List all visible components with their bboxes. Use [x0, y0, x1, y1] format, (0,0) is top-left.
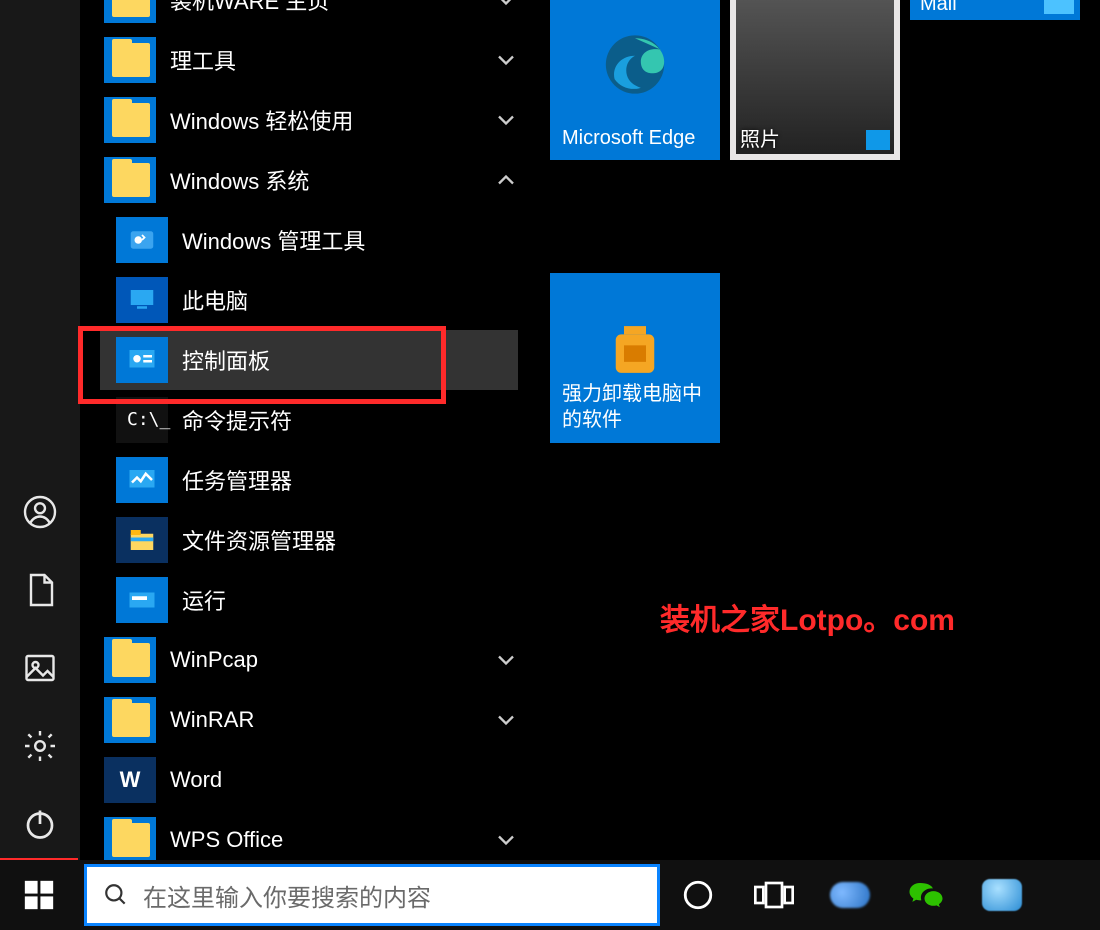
sub-explorer[interactable]: 文件资源管理器	[100, 510, 520, 570]
photos-thumb-icon	[866, 130, 890, 150]
sub-cmd[interactable]: C:\_ 命令提示符	[100, 390, 520, 450]
start-app-list: 装机WARE 主页 理工具 Windows 轻松使用 Windows 系统 Wi…	[100, 0, 520, 870]
menu-item-winrar[interactable]: WinRAR	[100, 690, 520, 750]
search-icon	[103, 882, 129, 908]
uninstall-icon	[602, 315, 668, 381]
menu-item-winpcap[interactable]: WinPcap	[100, 630, 520, 690]
menu-item-0[interactable]: 装机WARE 主页	[100, 0, 520, 30]
cmd-icon: C:\_	[116, 397, 168, 443]
taskbar-app-2[interactable]	[964, 860, 1040, 930]
mail-icon	[1044, 0, 1074, 14]
folder-icon	[104, 37, 156, 83]
menu-label: Windows 轻松使用	[170, 104, 516, 136]
sub-task-manager[interactable]: 任务管理器	[100, 450, 520, 510]
this-pc-icon	[116, 277, 168, 323]
task-manager-icon	[116, 457, 168, 503]
taskbar: 在这里输入你要搜索的内容	[0, 860, 1100, 930]
run-icon	[116, 577, 168, 623]
gear-icon[interactable]	[22, 728, 58, 764]
taskbar-search[interactable]: 在这里输入你要搜索的内容	[84, 864, 660, 926]
menu-item-2[interactable]: Windows 轻松使用	[100, 90, 520, 150]
tile-label: 照片	[740, 123, 780, 152]
menu-label: WPS Office	[170, 827, 516, 853]
picture-icon[interactable]	[22, 650, 58, 686]
menu-label: 文件资源管理器	[182, 524, 520, 556]
tile-label: Microsoft Edge	[562, 127, 708, 150]
tile-photos[interactable]: 照片	[730, 0, 900, 160]
sub-control-panel[interactable]: 控制面板	[100, 330, 518, 390]
start-left-rail	[0, 0, 80, 860]
menu-label: WinPcap	[170, 647, 516, 673]
sub-this-pc[interactable]: 此电脑	[100, 270, 520, 330]
menu-label: Word	[170, 767, 516, 793]
chevron-down-icon	[492, 46, 520, 74]
menu-item-windows-system[interactable]: Windows 系统	[100, 150, 520, 210]
tile-edge[interactable]: Microsoft Edge	[550, 0, 720, 160]
menu-label: WinRAR	[170, 707, 516, 733]
folder-icon	[104, 157, 156, 203]
admin-tools-icon	[116, 217, 168, 263]
chevron-down-icon	[492, 0, 520, 14]
chevron-down-icon	[492, 106, 520, 134]
document-icon[interactable]	[22, 572, 58, 608]
chevron-down-icon	[492, 646, 520, 674]
cortana-icon[interactable]	[660, 860, 736, 930]
menu-label: 任务管理器	[182, 464, 520, 496]
search-placeholder: 在这里输入你要搜索的内容	[143, 878, 431, 913]
menu-label: 此电脑	[182, 284, 520, 316]
folder-icon	[104, 817, 156, 863]
watermark-text: 装机之家Lotpo。com	[660, 595, 955, 639]
power-icon[interactable]	[22, 806, 58, 842]
user-icon[interactable]	[22, 494, 58, 530]
menu-label: 命令提示符	[182, 404, 520, 436]
folder-icon	[104, 637, 156, 683]
tile-mail[interactable]: Mail	[910, 0, 1080, 20]
chevron-up-icon	[492, 166, 520, 194]
menu-label: Windows 系统	[170, 164, 516, 196]
explorer-icon	[116, 517, 168, 563]
menu-item-1[interactable]: 理工具	[100, 30, 520, 90]
chevron-down-icon	[492, 706, 520, 734]
tile-uninstall[interactable]: 强力卸载电脑中的软件	[550, 273, 720, 443]
task-view-icon[interactable]	[736, 860, 812, 930]
tile-label: 强力卸载电脑中的软件	[562, 381, 708, 433]
control-panel-icon	[116, 337, 168, 383]
menu-label: 理工具	[170, 44, 516, 76]
menu-label: 运行	[182, 584, 520, 616]
menu-item-word[interactable]: W Word	[100, 750, 520, 810]
sub-admin-tools[interactable]: Windows 管理工具	[100, 210, 520, 270]
taskbar-app-1[interactable]	[812, 860, 888, 930]
word-icon: W	[104, 757, 156, 803]
sub-run[interactable]: 运行	[100, 570, 520, 630]
menu-label: 装机WARE 主页	[170, 0, 516, 16]
folder-icon	[104, 97, 156, 143]
taskbar-wechat-icon[interactable]	[888, 860, 964, 930]
folder-icon	[104, 0, 156, 23]
start-button[interactable]	[0, 860, 78, 930]
menu-label: Windows 管理工具	[182, 224, 520, 256]
chevron-down-icon	[492, 826, 520, 854]
edge-icon	[600, 30, 670, 100]
folder-icon	[104, 697, 156, 743]
menu-label: 控制面板	[182, 344, 518, 376]
